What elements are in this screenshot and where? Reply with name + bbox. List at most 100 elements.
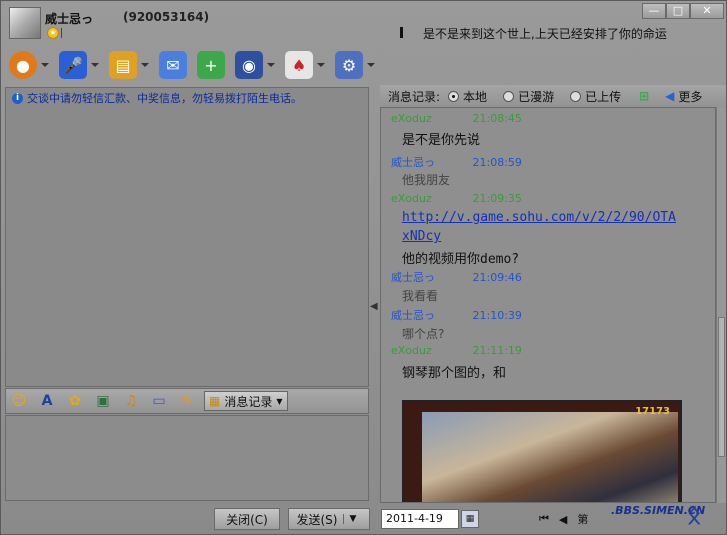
send-button[interactable]: 发送(S) ▼ — [288, 508, 370, 530]
chevron-down-icon[interactable]: ▼ — [343, 514, 361, 524]
email-button[interactable]: ✉ — [159, 49, 187, 81]
radio-uploaded-label: 已上传 — [585, 89, 622, 104]
page-label: 第 — [577, 513, 589, 526]
sender-name: eXoduz — [391, 192, 432, 205]
security-notice: i 交谈中请勿轻信汇款、中奖信息，勿轻易拨打陌生电话。 — [12, 90, 302, 106]
message-text: 他的视频用你demo? — [402, 252, 520, 267]
add-app-button[interactable]: + — [197, 49, 225, 81]
contact-name: 威士忌っ — [45, 12, 94, 26]
collapse-panel-icon[interactable]: ◀ — [370, 301, 378, 312]
scrollbar-thumb[interactable] — [718, 317, 725, 457]
message-header: eXoduz 21:09:35 — [391, 192, 522, 205]
message-time: 21:10:39 — [472, 309, 522, 322]
contact-signature: 是不是来到这个世上,上天已经安排了你的命运 — [423, 27, 667, 41]
message-record-label: 消息记录 — [224, 394, 273, 409]
chevron-down-icon: ▼ — [276, 396, 283, 406]
minimize-button[interactable]: — — [642, 3, 666, 19]
game-button[interactable]: ♠ — [285, 49, 325, 81]
history-scrollbar[interactable] — [716, 107, 726, 503]
sender-name: eXoduz — [391, 112, 432, 125]
message-header: eXoduz 21:08:45 — [391, 112, 522, 125]
close-window-button[interactable]: ✕ — [690, 3, 724, 19]
microphone-icon: 🎤 — [59, 51, 87, 79]
divider — [61, 28, 62, 38]
remote-icon: ◉ — [235, 51, 263, 79]
radio-local-label: 本地 — [463, 89, 488, 104]
calendar-icon[interactable]: ▦ — [461, 510, 479, 528]
message-text: 他我朋友 — [402, 173, 451, 187]
chevron-down-icon[interactable] — [41, 63, 49, 67]
remote-assist-button[interactable]: ◉ — [235, 49, 275, 81]
close-button[interactable]: 关闭(C) — [214, 508, 280, 530]
edit-toolbar: ☺ A ✿ ▣ ♫ ▭ ✎ ▦ 消息记录 ▼ — [5, 388, 369, 414]
radio-uploaded[interactable] — [570, 90, 582, 102]
history-panel: 消息记录: 本地 已漫游 已上传 ⊞ ◀ 更多 eXoduz 21:08:45 … — [380, 85, 726, 503]
chat-window: 威士忌っ (920053164) ★ 是不是来到这个世上,上天已经安排了你的命运… — [0, 0, 727, 535]
radio-roamed[interactable] — [503, 90, 515, 102]
image-icon[interactable]: ▣ — [92, 390, 114, 412]
chevron-down-icon[interactable] — [267, 63, 275, 67]
header: 威士忌っ (920053164) ★ 是不是来到这个世上,上天已经安排了你的命运… — [1, 1, 727, 45]
webcam-icon: ● — [9, 51, 37, 79]
history-title: 消息记录: — [388, 89, 441, 104]
cards-icon: ♠ — [285, 51, 313, 79]
message-text: 我看看 — [402, 289, 439, 303]
chevron-down-icon[interactable] — [367, 63, 375, 67]
magic-face-icon[interactable]: ✿ — [64, 390, 86, 412]
emoji-icon[interactable]: ☺ — [8, 390, 30, 412]
message-time: 21:11:19 — [472, 344, 522, 357]
prev-page-icon[interactable]: ◀ — [559, 513, 567, 526]
message-time: 21:09:35 — [472, 192, 522, 205]
info-icon: i — [12, 92, 23, 104]
message-header: 威士忌っ 21:10:39 — [391, 307, 522, 323]
video-logo: 17173 — [635, 406, 670, 417]
video-link[interactable]: xNDcy — [402, 229, 441, 244]
avatar[interactable] — [9, 7, 41, 39]
message-text: 哪个点? — [402, 327, 445, 341]
runner-logo-icon: ᛟ — [687, 501, 702, 529]
sender-name: 威士忌っ — [391, 271, 435, 284]
maximize-button[interactable]: □ — [666, 3, 690, 19]
message-text: 钢琴那个图的，和 — [402, 366, 507, 381]
window-controls: — □ ✕ — [642, 3, 724, 19]
divider — [400, 27, 403, 38]
export-icon[interactable]: ⊞ — [639, 89, 649, 103]
chevron-down-icon[interactable] — [91, 63, 99, 67]
sender-name: eXoduz — [391, 344, 432, 357]
send-button-label: 发送(S) — [296, 512, 338, 527]
video-link[interactable]: http://v.game.sohu.com/v/2/2/90/OTA — [402, 210, 676, 225]
chevron-down-icon[interactable] — [317, 63, 325, 67]
radio-roamed-label: 已漫游 — [518, 89, 555, 104]
sender-name: 威士忌っ — [391, 309, 435, 322]
message-header: 威士忌っ 21:08:59 — [391, 154, 522, 170]
message-record-button[interactable]: ▦ 消息记录 ▼ — [204, 391, 288, 411]
history-header: 消息记录: 本地 已漫游 已上传 ⊞ ◀ 更多 — [380, 85, 726, 107]
screenshot-icon[interactable]: ▭ — [148, 390, 170, 412]
main-toolbar: ● 🎤 ▤ ✉ + ◉ ♠ ⚙ — [1, 45, 727, 85]
radio-local[interactable] — [448, 90, 460, 102]
message-time: 21:08:45 — [472, 112, 522, 125]
speaker-icon[interactable]: ◀ — [665, 89, 674, 103]
send-file-button[interactable]: ▤ — [109, 49, 149, 81]
contact-id: (920053164) — [123, 10, 210, 24]
star-icon[interactable]: ★ — [47, 27, 59, 39]
font-icon[interactable]: A — [36, 390, 58, 412]
chevron-down-icon[interactable] — [141, 63, 149, 67]
message-time: 21:09:46 — [472, 271, 522, 284]
message-input[interactable] — [5, 415, 369, 501]
shared-image[interactable]: 17173 — [402, 400, 682, 502]
first-page-icon[interactable]: ⏮ — [539, 512, 549, 526]
folder-icon: ▤ — [109, 51, 137, 79]
sender-name: 威士忌っ — [391, 156, 435, 169]
history-icon: ▦ — [209, 394, 221, 408]
date-field[interactable]: 2011-4-19 — [381, 509, 459, 529]
add-app-icon: + — [197, 51, 225, 79]
shake-icon[interactable]: ✎ — [176, 390, 198, 412]
more-link[interactable]: 更多 — [678, 88, 702, 105]
settings-button[interactable]: ⚙ — [335, 49, 375, 81]
message-text: 是不是你先说 — [402, 133, 481, 148]
video-call-button[interactable]: ● — [9, 49, 49, 81]
voice-call-button[interactable]: 🎤 — [59, 49, 99, 81]
close-button-label: 关闭(C) — [226, 512, 268, 527]
music-icon[interactable]: ♫ — [120, 390, 142, 412]
